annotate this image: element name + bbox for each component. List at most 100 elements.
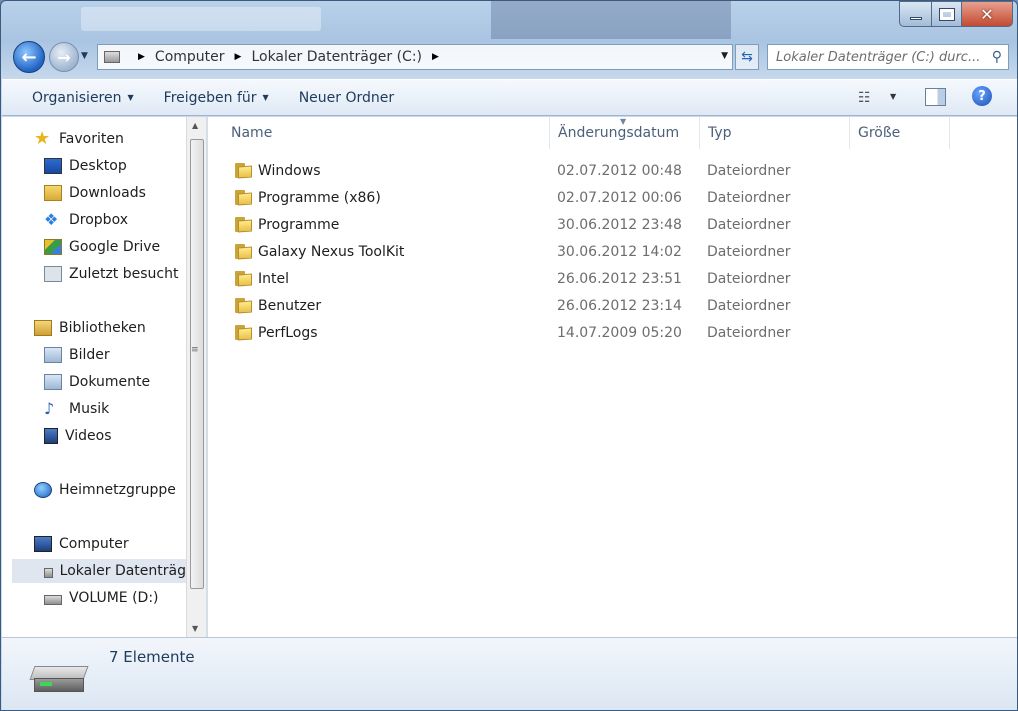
table-row[interactable]: Windows 02.07.2012 00:48 Dateiordner	[222, 159, 1012, 183]
sidebar-item-volume-d[interactable]: VOLUME (D:)	[44, 586, 159, 610]
back-button[interactable]: ←	[13, 41, 45, 73]
back-arrow-icon: ←	[21, 46, 37, 68]
sidebar-item-videos[interactable]: Videos	[44, 424, 112, 448]
sidebar-item-documents[interactable]: Dokumente	[44, 370, 150, 394]
preview-pane-icon[interactable]	[925, 88, 946, 106]
breadcrumb-separator-icon[interactable]: ▶	[138, 52, 145, 62]
scroll-down-icon[interactable]: ▼	[192, 624, 198, 633]
breadcrumb-local-disk[interactable]: Lokaler Datenträger (C:)	[251, 49, 422, 65]
organize-label: Organisieren	[32, 89, 122, 106]
sidebar-item-label: Downloads	[69, 185, 146, 201]
new-folder-label: Neuer Ordner	[298, 89, 395, 106]
maximize-button[interactable]	[931, 1, 961, 27]
share-label: Freigeben für	[163, 89, 257, 106]
sidebar-item-desktop[interactable]: Desktop	[44, 154, 127, 178]
address-dropdown-icon[interactable]: ▼	[721, 51, 728, 61]
share-with-button[interactable]: Freigeben für ▼	[164, 90, 269, 106]
sidebar-item-downloads[interactable]: Downloads	[44, 181, 146, 205]
sidebar-item-label: Dokumente	[69, 374, 151, 390]
help-icon[interactable]: ?	[972, 86, 992, 106]
view-options-icon[interactable]: ☷	[858, 90, 871, 106]
sidebar-item-dropbox[interactable]: ❖ Dropbox	[44, 208, 128, 232]
sidebar-item-label: Dropbox	[69, 212, 128, 228]
sidebar-item-label: Bilder	[69, 347, 110, 363]
sidebar-item-label: Heimnetzgruppe	[59, 482, 176, 498]
forward-button[interactable]: →	[49, 42, 79, 72]
column-header-size[interactable]: Größe	[850, 117, 950, 149]
column-header-name[interactable]: Name	[223, 117, 550, 149]
scroll-up-icon[interactable]: ▲	[192, 121, 198, 130]
table-row[interactable]: Programme (x86) 02.07.2012 00:06 Dateior…	[222, 186, 1012, 210]
file-type: Dateiordner	[707, 217, 791, 233]
sidebar-item-label: Lokaler Datenträg	[59, 563, 186, 579]
table-row[interactable]: Intel 26.06.2012 23:51 Dateiordner	[222, 267, 1012, 291]
folder-icon	[235, 190, 252, 206]
file-date: 30.06.2012 14:02	[557, 244, 682, 260]
table-row[interactable]: Galaxy Nexus ToolKit 30.06.2012 14:02 Da…	[222, 240, 1012, 264]
pictures-icon	[44, 347, 62, 363]
sidebar-item-label: VOLUME (D:)	[69, 590, 159, 606]
sidebar-item-music[interactable]: ♪ Musik	[44, 397, 109, 421]
music-icon: ♪	[44, 399, 55, 418]
recent-places-icon	[44, 266, 62, 282]
sidebar-item-homegroup[interactable]: Heimnetzgruppe	[34, 478, 176, 502]
sidebar-item-recent-places[interactable]: Zuletzt besucht	[44, 262, 178, 286]
sidebar-item-label: Videos	[65, 428, 112, 444]
chevron-down-icon: ▼	[262, 93, 269, 102]
breadcrumb-separator-icon[interactable]: ▶	[235, 52, 242, 62]
table-row[interactable]: PerfLogs 14.07.2009 05:20 Dateiordner	[222, 321, 1012, 345]
file-type: Dateiordner	[707, 190, 791, 206]
new-folder-button[interactable]: Neuer Ordner	[299, 90, 394, 106]
navigation-bar: ← → ▼ ▶ Computer ▶ Lokaler Datenträger (…	[1, 39, 1017, 75]
file-name: Windows	[258, 163, 321, 179]
file-name: Benutzer	[258, 298, 322, 314]
close-button[interactable]: ✕	[961, 1, 1013, 27]
breadcrumb-computer[interactable]: Computer	[155, 49, 225, 65]
documents-icon	[44, 374, 62, 390]
table-row[interactable]: Programme 30.06.2012 23:48 Dateiordner	[222, 213, 1012, 237]
breadcrumb-separator-icon[interactable]: ▶	[432, 52, 439, 62]
local-disk-large-icon	[29, 666, 89, 694]
refresh-button[interactable]: ⇆	[735, 44, 759, 70]
search-placeholder: Lokaler Datenträger (C:) durc...	[776, 49, 981, 65]
file-date: 14.07.2009 05:20	[557, 325, 682, 341]
chevron-down-icon: ▼	[127, 93, 134, 102]
sidebar-item-label: Favoriten	[59, 131, 124, 147]
file-type: Dateiordner	[707, 163, 791, 179]
sidebar-item-local-disk[interactable]: Lokaler Datenträg	[12, 559, 186, 583]
background-window-fragment	[491, 1, 731, 39]
navigation-pane: ★ Favoriten Desktop Downloads ❖ Dropbox …	[2, 117, 186, 637]
sidebar-item-label: Zuletzt besucht	[69, 266, 179, 282]
maximize-icon	[938, 7, 955, 21]
sidebar-item-label: Musik	[69, 401, 110, 417]
table-row[interactable]: Benutzer 26.06.2012 23:14 Dateiordner	[222, 294, 1012, 318]
file-name: Galaxy Nexus ToolKit	[258, 244, 405, 260]
file-name: Intel	[258, 271, 289, 287]
sidebar-item-pictures[interactable]: Bilder	[44, 343, 110, 367]
minimize-button[interactable]	[899, 1, 931, 27]
local-disk-icon	[44, 568, 53, 578]
search-input[interactable]: Lokaler Datenträger (C:) durc... ⚲	[767, 44, 1009, 70]
sidebar-scrollbar[interactable]: ▲ ≡ ▼	[186, 117, 206, 637]
sidebar-item-label: Google Drive	[69, 239, 161, 255]
scroll-grip-icon: ≡	[191, 345, 199, 355]
scrollbar-thumb[interactable]	[190, 139, 204, 589]
file-type: Dateiordner	[707, 244, 791, 260]
sidebar-item-favorites[interactable]: ★ Favoriten	[34, 127, 124, 151]
search-icon[interactable]: ⚲	[992, 49, 1002, 65]
sidebar-item-computer[interactable]: Computer	[34, 532, 129, 556]
address-bar[interactable]: ▶ Computer ▶ Lokaler Datenträger (C:) ▶ …	[97, 44, 733, 70]
google-drive-icon	[44, 239, 62, 255]
sidebar-item-libraries[interactable]: Bibliotheken	[34, 316, 146, 340]
file-date: 30.06.2012 23:48	[557, 217, 682, 233]
sidebar-item-google-drive[interactable]: Google Drive	[44, 235, 160, 259]
organize-button[interactable]: Organisieren ▼	[32, 90, 134, 106]
videos-icon	[44, 428, 58, 444]
folder-icon	[235, 271, 252, 287]
recent-pages-dropdown[interactable]: ▼	[81, 51, 88, 61]
background-window-title	[81, 7, 321, 31]
sidebar-item-label: Desktop	[69, 158, 127, 174]
view-dropdown-icon[interactable]: ▼	[890, 92, 896, 101]
column-header-type[interactable]: Typ	[700, 117, 850, 149]
column-header-date[interactable]: Änderungsdatum	[550, 117, 700, 149]
